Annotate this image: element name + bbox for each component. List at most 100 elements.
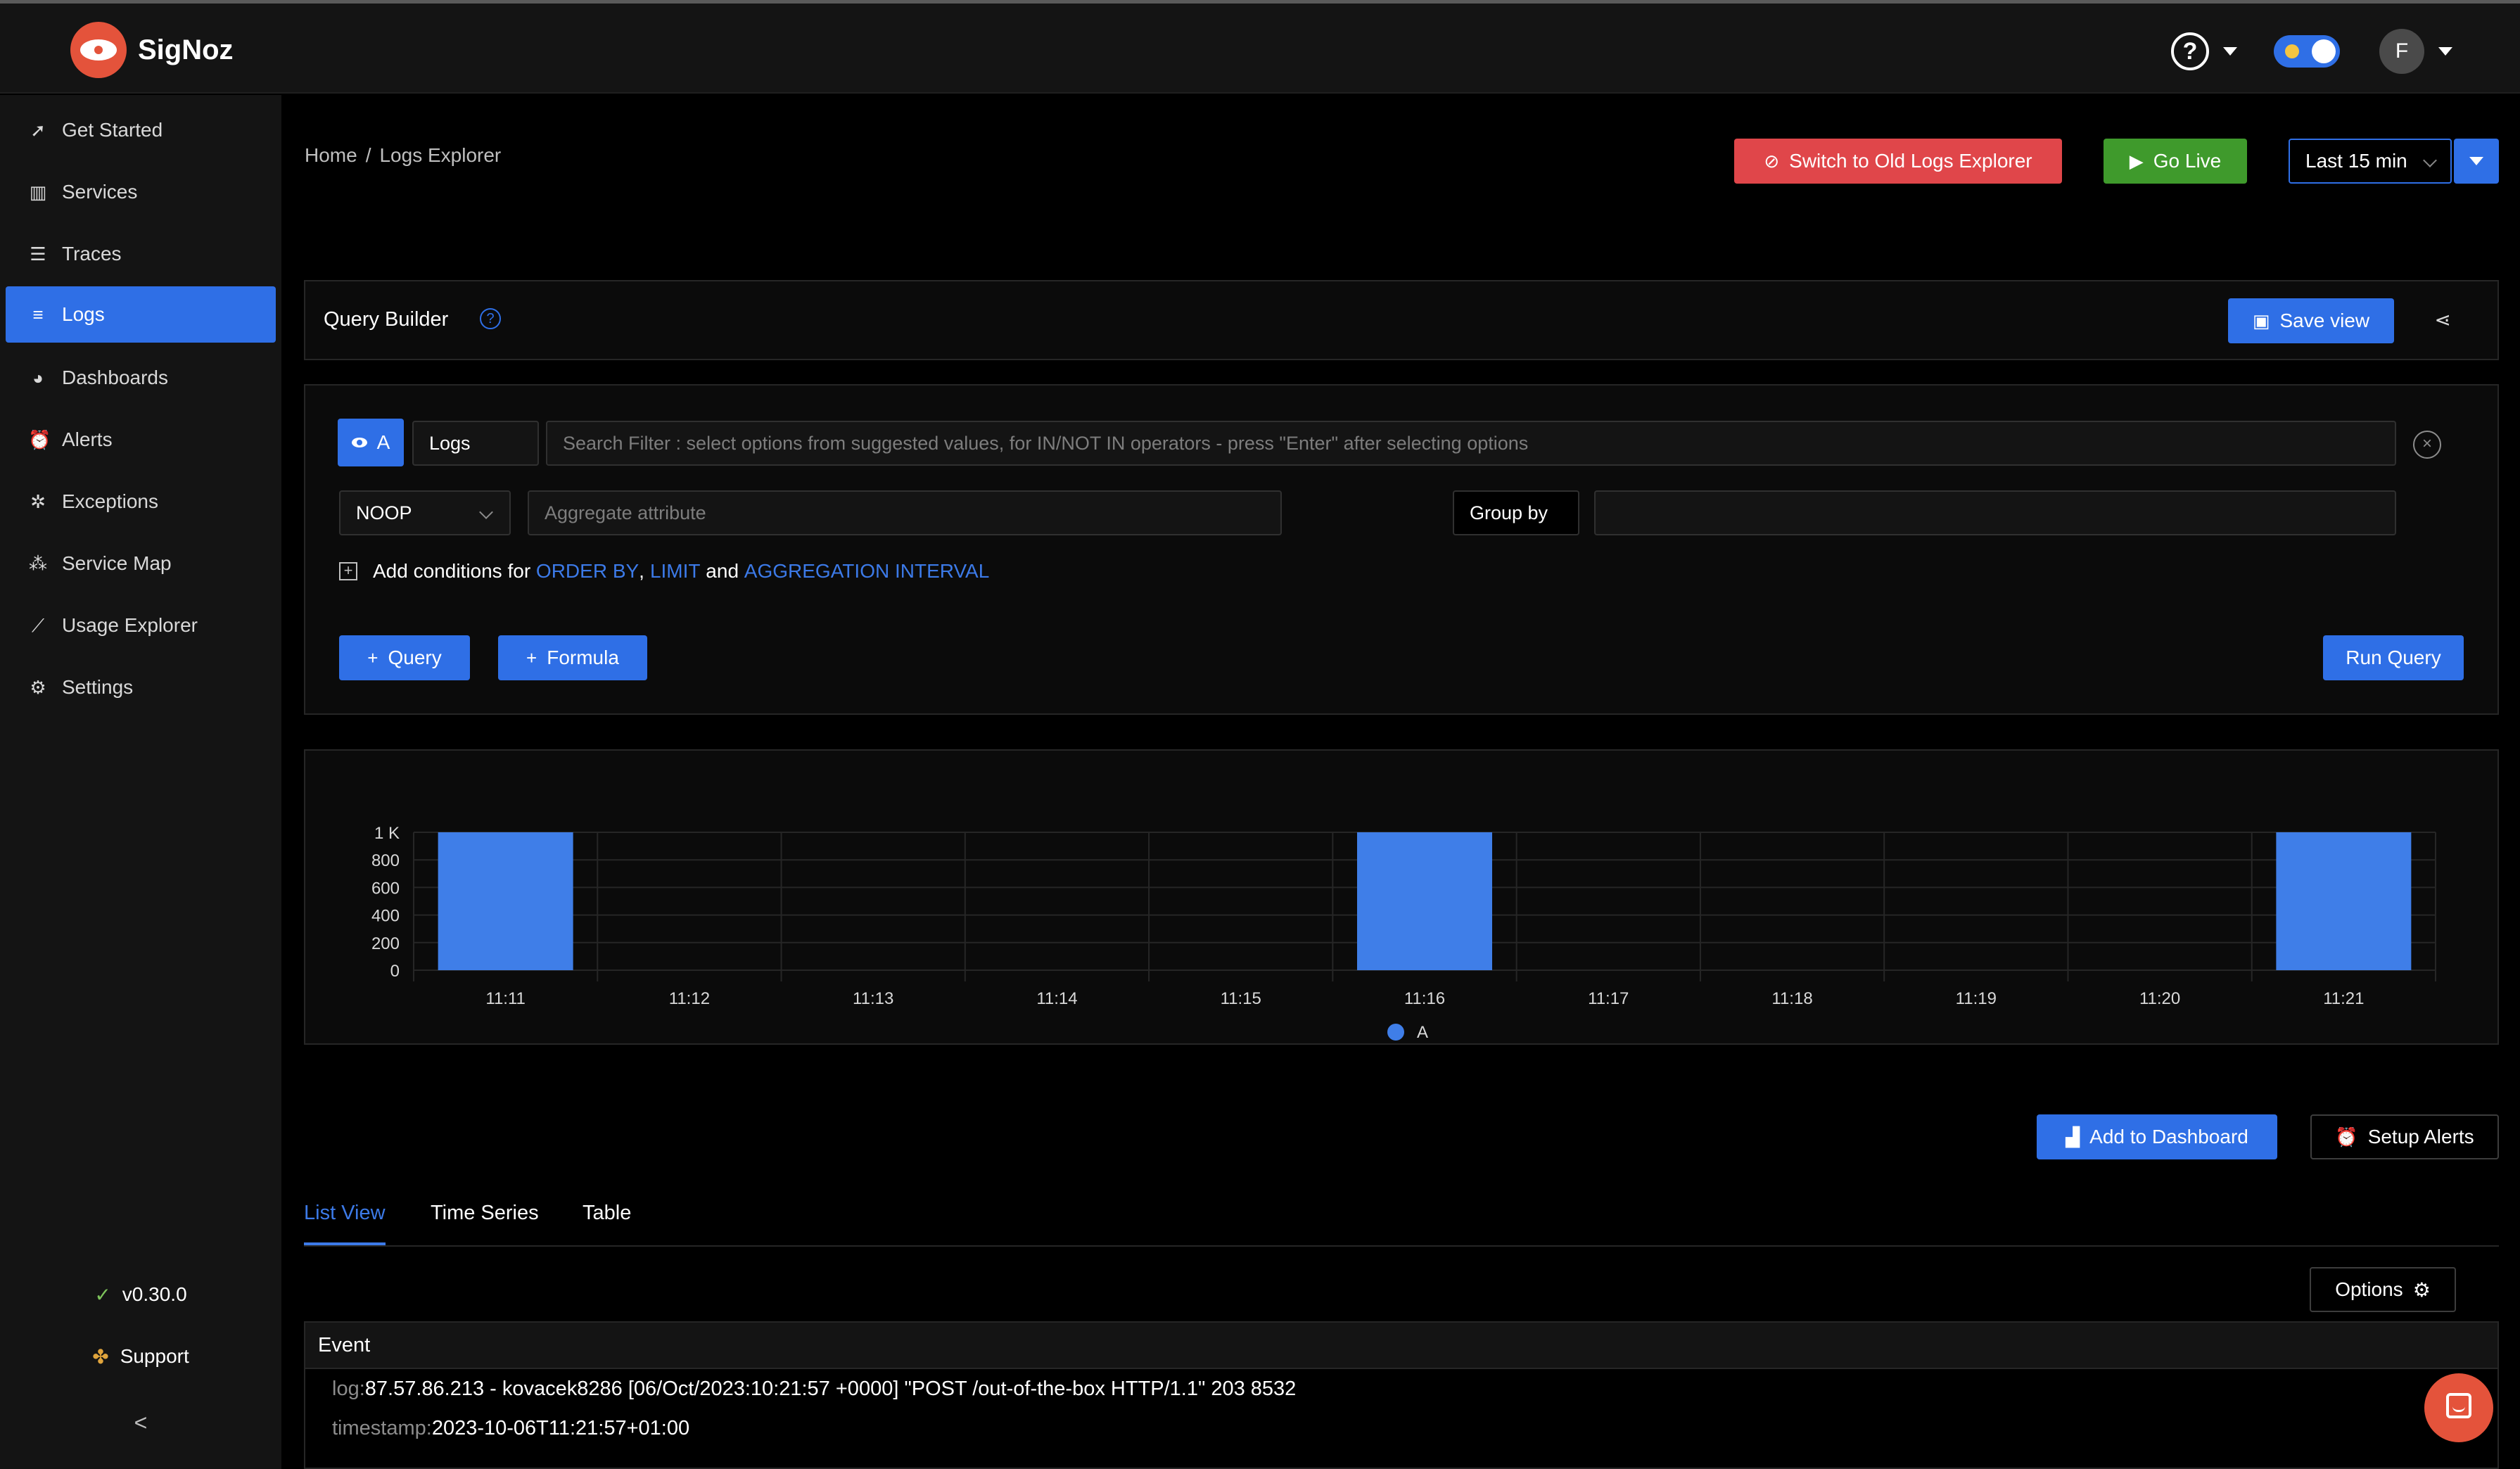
order-by-link[interactable]: ORDER BY — [536, 560, 639, 583]
log-value: 87.57.86.213 - kovacek8286 [06/Oct/2023:… — [364, 1378, 1297, 1400]
sidebar-item-label: Get Started — [62, 119, 163, 141]
run-query-button[interactable]: Run Query — [2323, 635, 2464, 680]
app-name: SigNoz — [138, 34, 234, 65]
sidebar-item-settings[interactable]: ⚙ Settings — [6, 659, 276, 716]
add-to-dashboard-label: Add to Dashboard — [2089, 1126, 2248, 1147]
avatar-caret-icon[interactable] — [2438, 47, 2452, 56]
save-icon: ▣ — [2252, 310, 2270, 331]
sidebar-item-traces[interactable]: ☰ Traces — [6, 226, 276, 282]
chat-support-icon[interactable] — [2424, 1373, 2493, 1442]
network-icon: ⁂ — [29, 553, 47, 574]
options-label: Options — [2335, 1278, 2403, 1300]
help-icon[interactable]: ? — [2171, 32, 2209, 70]
data-source-select[interactable]: Logs — [412, 421, 539, 466]
y-tick-label: 1 K — [374, 824, 400, 843]
sidebar-item-services[interactable]: ▥ Services — [6, 164, 276, 220]
log-line: log:87.57.86.213 - kovacek8286 [06/Oct/2… — [332, 1378, 1296, 1401]
go-live-button[interactable]: ▶ Go Live — [2104, 139, 2247, 184]
x-tick-label: 11:21 — [2323, 989, 2364, 1008]
close-circle-icon[interactable]: × — [2413, 431, 2441, 459]
support-link[interactable]: ✤ Support — [0, 1339, 281, 1374]
sidebar-item-label: Dashboards — [62, 367, 168, 388]
sidebar-item-label: Usage Explorer — [62, 614, 198, 636]
sidebar-item-usage-explorer[interactable]: ⟋ Usage Explorer — [6, 597, 276, 654]
sidebar-item-logs[interactable]: ≡ Logs — [6, 286, 276, 343]
tab-table[interactable]: Table — [583, 1202, 631, 1245]
plus-square-icon: + — [339, 562, 357, 580]
save-view-button[interactable]: ▣ Save view — [2228, 298, 2394, 343]
sidebar-item-alerts[interactable]: ⏰ Alerts — [6, 412, 276, 468]
add-formula-button[interactable]: + Formula — [498, 635, 647, 680]
add-query-button[interactable]: + Query — [339, 635, 470, 680]
table-row[interactable]: log:87.57.86.213 - kovacek8286 [06/Oct/2… — [304, 1369, 2499, 1469]
sidebar-item-exceptions[interactable]: ✲ Exceptions — [6, 473, 276, 530]
sidebar-item-label: Logs — [62, 303, 105, 325]
aggregation-interval-link[interactable]: AGGREGATION INTERVAL — [744, 560, 990, 583]
query-a-toggle[interactable]: A — [338, 419, 404, 466]
options-button[interactable]: Options ⚙ — [2310, 1267, 2456, 1312]
conditions-and: and — [700, 560, 744, 582]
add-conditions-row[interactable]: + Add conditions for ORDER BY , LIMIT an… — [339, 560, 989, 583]
query-builder-header: Query Builder ? ▣ Save view ⋖ — [304, 280, 2499, 360]
x-tick-label: 11:16 — [1404, 989, 1445, 1008]
x-tick-label: 11:20 — [2139, 989, 2180, 1008]
aggregate-operator-select[interactable]: NOOP — [339, 490, 511, 535]
theme-toggle[interactable] — [2274, 35, 2340, 68]
y-tick-label: 600 — [371, 879, 400, 898]
chart-bar — [2276, 832, 2412, 970]
timestamp-line: timestamp:2023-10-06T11:21:57+01:00 — [332, 1417, 689, 1440]
sidebar-item-get-started[interactable]: ➚ Get Started — [6, 102, 276, 158]
view-tabs: List View Time Series Table — [304, 1196, 2499, 1247]
tab-list-view[interactable]: List View — [304, 1202, 386, 1245]
breadcrumb-separator: / — [365, 144, 371, 166]
caret-down-icon — [2469, 157, 2483, 165]
sidebar-item-service-map[interactable]: ⁂ Service Map — [6, 535, 276, 592]
slack-icon: ✤ — [92, 1345, 109, 1368]
sidebar-item-label: Settings — [62, 676, 134, 698]
group-by-select[interactable] — [1594, 490, 2396, 535]
moon-icon — [2285, 44, 2299, 58]
share-icon[interactable]: ⋖ — [2435, 308, 2451, 331]
aggregate-attribute-input[interactable]: Aggregate attribute — [528, 490, 1282, 535]
breadcrumb-home[interactable]: Home — [305, 144, 357, 166]
version-indicator[interactable]: ✓ v0.30.0 — [0, 1277, 281, 1312]
bug-icon: ✲ — [30, 491, 46, 512]
switch-old-explorer-button[interactable]: ⊘ Switch to Old Logs Explorer — [1734, 139, 2062, 184]
tab-time-series[interactable]: Time Series — [431, 1202, 539, 1245]
event-column-header: Event — [304, 1321, 2499, 1369]
sidebar-item-label: Traces — [62, 243, 122, 265]
search-filter-input[interactable]: Search Filter : select options from sugg… — [546, 421, 2396, 466]
time-range-select[interactable]: Last 15 min — [2289, 139, 2452, 184]
time-range-value: Last 15 min — [2305, 150, 2407, 172]
chart-bar — [1357, 832, 1492, 970]
sidebar-item-label: Alerts — [62, 428, 113, 450]
chart-bar — [438, 832, 573, 970]
timestamp-value: 2023-10-06T11:21:57+01:00 — [431, 1417, 690, 1439]
go-live-label: Go Live — [2153, 150, 2222, 172]
setup-alerts-label: Setup Alerts — [2367, 1126, 2474, 1147]
avatar[interactable]: F — [2379, 29, 2424, 74]
timestamp-key: timestamp: — [332, 1417, 432, 1439]
y-tick-label: 800 — [371, 851, 400, 870]
setup-alerts-button[interactable]: ⏰ Setup Alerts — [2310, 1114, 2499, 1159]
time-range-dropdown-button[interactable] — [2454, 139, 2499, 184]
help-caret-icon[interactable] — [2223, 47, 2237, 56]
add-to-dashboard-button[interactable]: ▟ Add to Dashboard — [2037, 1114, 2277, 1159]
logo[interactable]: SigNoz — [70, 22, 234, 78]
top-header: SigNoz ? F — [0, 4, 2520, 94]
support-label: Support — [120, 1345, 189, 1367]
sidebar: ➚ Get Started ▥ Services ☰ Traces ≡ Logs ◕ Da… — [0, 95, 281, 1469]
sidebar-item-label: Service Map — [62, 552, 172, 574]
switch-old-explorer-label: Switch to Old Logs Explorer — [1789, 150, 2032, 172]
check-circle-icon: ✓ — [94, 1283, 111, 1306]
x-tick-label: 11:14 — [1036, 989, 1077, 1008]
sidebar-item-dashboards[interactable]: ◕ Dashboards — [6, 350, 276, 406]
collapse-sidebar-icon[interactable]: < — [0, 1405, 281, 1440]
question-circle-icon[interactable]: ? — [480, 308, 501, 329]
x-tick-label: 11:18 — [1771, 989, 1812, 1008]
chart-panel: 0 200 400 600 800 1 K 11:11 11:12 11:13 11:14 11:1… — [304, 749, 2499, 1045]
conditions-comma: , — [639, 560, 644, 582]
list-icon: ☰ — [30, 243, 46, 265]
x-tick-label: 11:17 — [1588, 989, 1629, 1008]
limit-link[interactable]: LIMIT — [650, 560, 701, 583]
